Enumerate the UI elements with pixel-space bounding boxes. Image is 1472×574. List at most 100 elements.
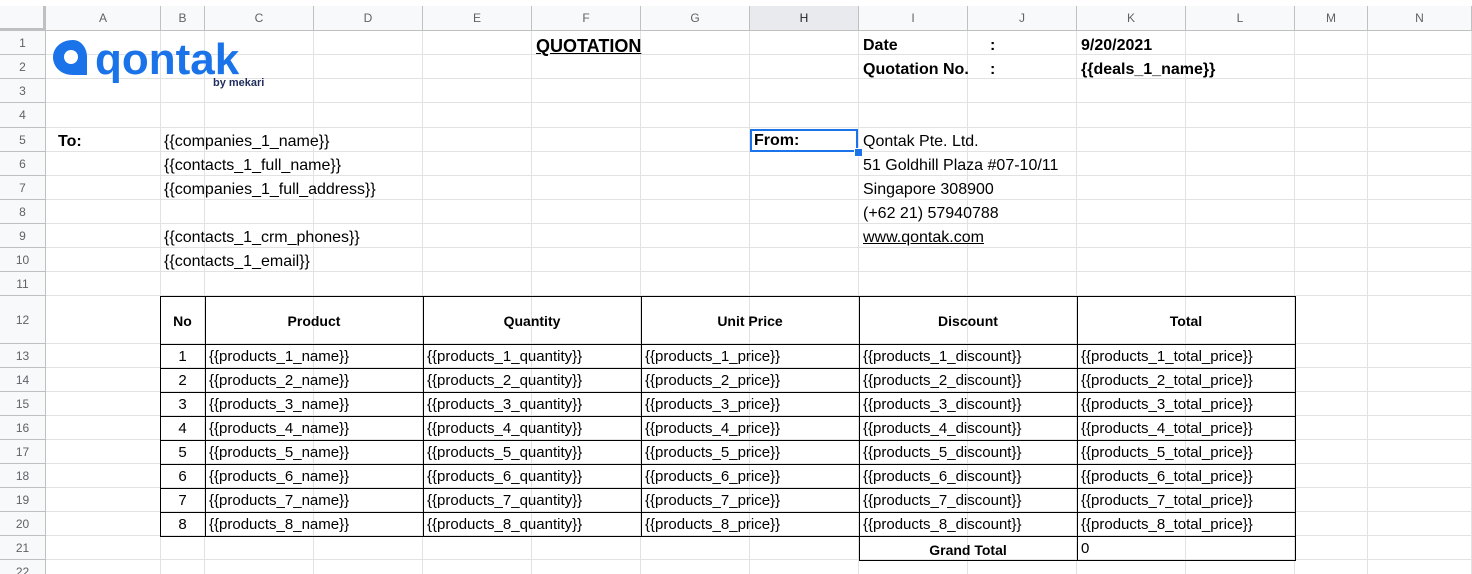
table-border [1077,296,1078,537]
table-border [1295,536,1296,560]
column-header-n[interactable]: N [1368,6,1472,31]
row-header-18[interactable]: 18 [0,464,46,488]
quotation-title: QUOTATION [536,36,642,56]
column-header-m[interactable]: M [1295,6,1368,31]
date-label: Date [863,37,898,54]
gridline-horizontal [46,223,1472,224]
table-cell-quantity: {{products_1_quantity}} [427,348,583,365]
row-header-14[interactable]: 14 [0,368,46,392]
table-cell-quantity: {{products_4_quantity}} [427,420,583,437]
gridline-horizontal [46,127,1472,128]
grand-total-value: 0 [1081,540,1090,557]
row-header-3[interactable]: 3 [0,79,46,103]
column-header-e[interactable]: E [423,6,532,31]
table-cell-total: {{products_8_total_price}} [1081,516,1253,533]
table-border [641,296,642,537]
table-border [1077,536,1078,560]
row-header-2[interactable]: 2 [0,55,46,79]
column-header-c[interactable]: C [205,6,314,31]
table-cell-product: {{products_5_name}} [209,444,350,461]
from-website-link[interactable]: www.qontak.com [863,228,984,248]
row-header-17[interactable]: 17 [0,440,46,464]
row-header-8[interactable]: 8 [0,200,46,224]
row-header-12[interactable]: 12 [0,296,46,344]
row-header-7[interactable]: 7 [0,176,46,200]
table-cell-discount: {{products_8_discount}} [863,516,1022,533]
table-border [160,488,1296,489]
to-contact-email: {{contacts_1_email}} [164,253,310,270]
gridline-horizontal [46,102,1472,103]
row-header-13[interactable]: 13 [0,344,46,368]
fill-handle[interactable] [854,148,863,157]
table-cell-discount: {{products_2_discount}} [863,372,1022,389]
table-cell-product: {{products_6_name}} [209,468,350,485]
spreadsheet-grid[interactable]: ABCDEFGHIJKLMN 1 2 3 4 5 6 7 8 9 10 11 12 13 14 15 16 17… [0,0,1472,574]
table-cell-total: {{products_1_total_price}} [1081,348,1253,365]
table-cell-total: {{products_2_total_price}} [1081,372,1253,389]
row-header-10[interactable]: 10 [0,248,46,272]
table-cell-no: 6 [178,468,187,485]
table-cell-total: {{products_3_total_price}} [1081,396,1253,413]
table-border [160,368,1296,369]
row-header-15[interactable]: 15 [0,392,46,416]
table-border [160,536,1296,537]
table-cell-no: 4 [178,420,187,437]
to-label: To: [58,133,82,150]
table-cell-discount: {{products_1_discount}} [863,348,1022,365]
from-address-line1: 51 Goldhill Plaza #07-10/11 [863,157,1059,174]
column-header-i[interactable]: I [859,6,968,31]
column-header-f[interactable]: F [532,6,641,31]
table-header-discount: Discount [938,313,998,329]
to-contact-name: {{contacts_1_full_name}} [164,157,342,174]
select-all-corner[interactable] [0,6,46,31]
row-header-21[interactable]: 21 [0,536,46,560]
column-header-l[interactable]: L [1186,6,1295,31]
table-cell-unit-price: {{products_8_price}} [645,516,781,533]
table-cell-product: {{products_7_name}} [209,492,350,509]
column-header-k[interactable]: K [1077,6,1186,31]
column-header-h[interactable]: H [750,6,859,31]
from-label: From: [754,132,800,149]
table-border [160,296,1296,297]
table-cell-unit-price: {{products_7_price}} [645,492,781,509]
table-border [160,416,1296,417]
row-header-16[interactable]: 16 [0,416,46,440]
table-border [160,440,1296,441]
column-header-b[interactable]: B [161,6,205,31]
table-header-total: Total [1169,313,1203,329]
quotation-no-label: Quotation No. [863,61,969,78]
row-header-19[interactable]: 19 [0,488,46,512]
table-header-quantity: Quantity [503,313,561,329]
qontak-logo: qontak by mekari [53,35,283,95]
row-header-9[interactable]: 9 [0,224,46,248]
grand-total-label: Grand Total [929,542,1007,558]
table-cell-quantity: {{products_8_quantity}} [427,516,583,533]
table-border [423,296,424,537]
column-header-a[interactable]: A [46,6,161,31]
table-cell-product: {{products_1_name}} [209,348,350,365]
table-cell-no: 2 [178,372,187,389]
table-cell-unit-price: {{products_3_price}} [645,396,781,413]
column-header-j[interactable]: J [968,6,1077,31]
table-cell-quantity: {{products_6_quantity}} [427,468,583,485]
table-cell-product: {{products_2_name}} [209,372,350,389]
row-header-1[interactable]: 1 [0,31,46,55]
table-cell-quantity: {{products_3_quantity}} [427,396,583,413]
column-header-d[interactable]: D [314,6,423,31]
table-cell-total: {{products_7_total_price}} [1081,492,1253,509]
column-header-g[interactable]: G [641,6,750,31]
table-border [160,464,1296,465]
table-header-unit-price: Unit Price [717,313,783,329]
row-header-5[interactable]: 5 [0,128,46,152]
table-header-no: No [173,313,192,329]
table-border [205,296,206,537]
table-cell-no: 5 [178,444,187,461]
table-cell-discount: {{products_6_discount}} [863,468,1022,485]
row-header-6[interactable]: 6 [0,152,46,176]
row-header-20[interactable]: 20 [0,512,46,536]
row-header-4[interactable]: 4 [0,103,46,128]
row-header-22[interactable]: 22 [0,560,46,574]
row-header-11[interactable]: 11 [0,272,46,296]
table-cell-total: {{products_4_total_price}} [1081,420,1253,437]
from-phone: (+62 21) 57940788 [863,205,999,222]
